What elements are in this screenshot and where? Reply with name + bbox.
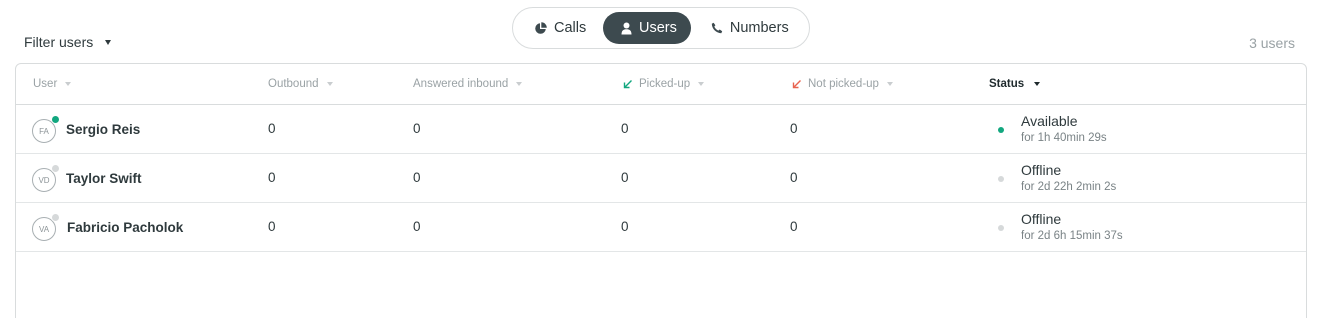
outbound-value: 0 <box>268 219 276 234</box>
table-header: User Outbound Answered inbound Picked-up… <box>16 64 1306 105</box>
arrow-down-left-icon <box>623 80 632 89</box>
column-header-outbound[interactable]: Outbound <box>268 78 333 90</box>
avatar: FA <box>32 115 60 143</box>
status-label: Offline <box>1021 211 1062 227</box>
sort-caret-icon <box>1034 82 1041 86</box>
presence-indicator <box>51 115 60 124</box>
tab-numbers[interactable]: Numbers <box>691 12 801 44</box>
sort-caret-icon <box>326 82 333 86</box>
user-count: 3 users <box>1249 35 1295 51</box>
sort-caret-icon <box>516 82 523 86</box>
column-header-picked-up[interactable]: Picked-up <box>623 78 705 90</box>
users-table: User Outbound Answered inbound Picked-up… <box>15 63 1307 318</box>
view-switcher: Calls Users Numbers <box>512 7 810 49</box>
sort-caret-icon <box>698 82 705 86</box>
column-header-user[interactable]: User <box>33 78 72 90</box>
presence-indicator <box>51 164 60 173</box>
picked-up-value: 0 <box>621 121 629 136</box>
answered-inbound-value: 0 <box>413 219 421 234</box>
status-dot <box>998 127 1004 133</box>
status-label: Offline <box>1021 162 1062 178</box>
user-name: Taylor Swift <box>66 171 142 186</box>
avatar: VA <box>32 213 60 241</box>
table-row[interactable]: VA Fabricio Pacholok 0 0 0 0 Offline for… <box>16 203 1306 252</box>
picked-up-value: 0 <box>621 219 629 234</box>
user-name: Sergio Reis <box>66 122 141 137</box>
phone-icon <box>711 22 723 34</box>
not-picked-up-value: 0 <box>790 219 798 234</box>
tab-users[interactable]: Users <box>603 12 691 44</box>
tab-users-label: Users <box>639 20 677 36</box>
column-header-status[interactable]: Status <box>989 78 1041 90</box>
sort-caret-icon <box>886 82 893 86</box>
avatar: VD <box>32 164 60 192</box>
arrow-down-left-icon <box>792 80 801 89</box>
tab-calls[interactable]: Calls <box>517 12 603 44</box>
column-header-not-picked-up[interactable]: Not picked-up <box>792 78 893 90</box>
status-duration: for 1h 40min 29s <box>1021 132 1107 144</box>
status-duration: for 2d 6h 15min 37s <box>1021 230 1123 242</box>
pie-chart-icon <box>535 21 547 34</box>
table-row[interactable]: VD Taylor Swift 0 0 0 0 Offline for 2d 2… <box>16 154 1306 203</box>
tab-calls-label: Calls <box>554 20 587 36</box>
user-name: Fabricio Pacholok <box>67 220 184 235</box>
outbound-value: 0 <box>268 121 276 136</box>
user-icon <box>621 22 632 34</box>
picked-up-value: 0 <box>621 170 629 185</box>
table-row[interactable]: FA Sergio Reis 0 0 0 0 Available for 1h … <box>16 105 1306 154</box>
status-duration: for 2d 22h 2min 2s <box>1021 181 1117 193</box>
status-label: Available <box>1021 113 1078 129</box>
answered-inbound-value: 0 <box>413 121 421 136</box>
column-header-answered-inbound[interactable]: Answered inbound <box>413 78 523 90</box>
presence-indicator <box>51 213 60 222</box>
tab-numbers-label: Numbers <box>729 20 789 36</box>
filter-users-dropdown[interactable]: Filter users <box>24 34 112 50</box>
status-dot <box>998 225 1004 231</box>
not-picked-up-value: 0 <box>790 121 798 136</box>
caret-down-icon <box>105 40 112 45</box>
status-dot <box>998 176 1004 182</box>
answered-inbound-value: 0 <box>413 170 421 185</box>
filter-users-label: Filter users <box>24 34 94 50</box>
outbound-value: 0 <box>268 170 276 185</box>
sort-caret-icon <box>65 82 72 86</box>
not-picked-up-value: 0 <box>790 170 798 185</box>
